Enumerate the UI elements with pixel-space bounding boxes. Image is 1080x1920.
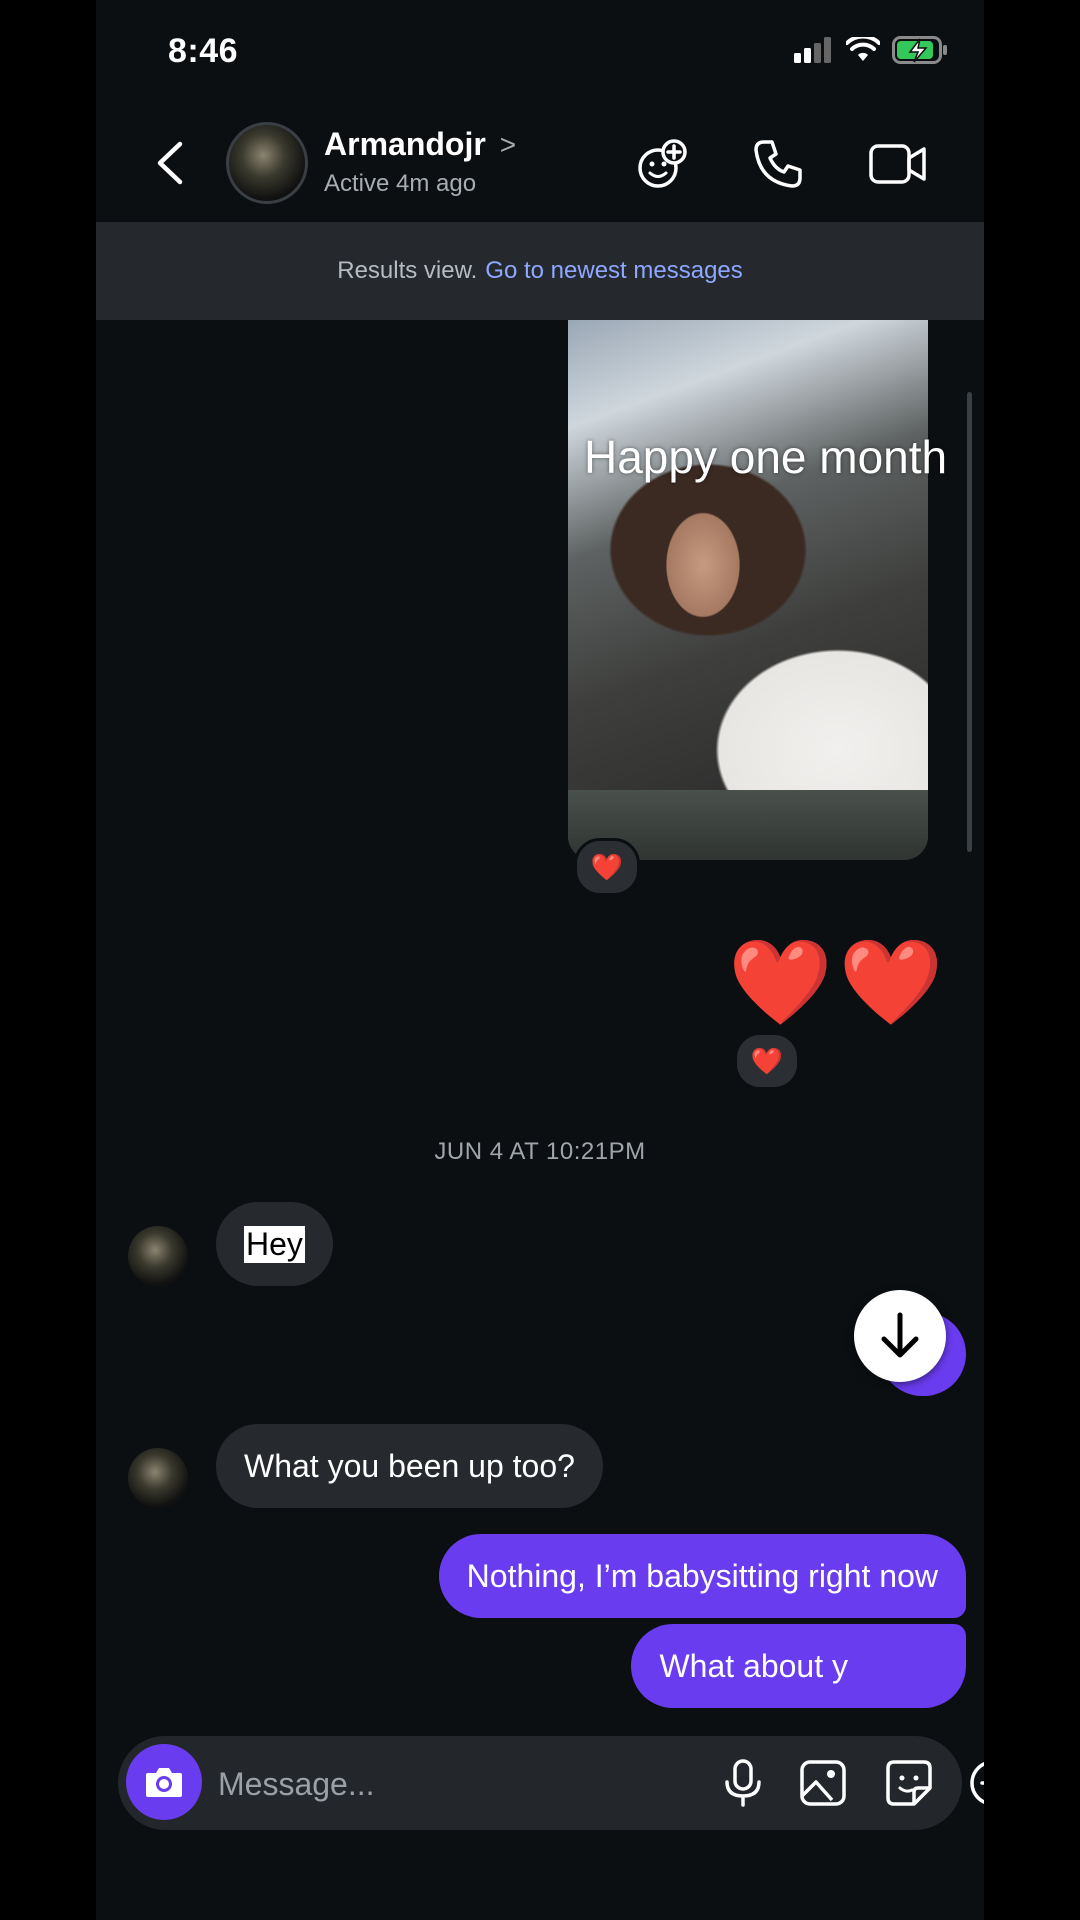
- status-time: 8:46: [168, 32, 239, 70]
- scrollbar[interactable]: [967, 392, 972, 852]
- story-photo: [568, 320, 928, 790]
- story-caption: Happy one month: [584, 431, 948, 483]
- sticker-icon[interactable]: [884, 1758, 934, 1808]
- message-bubble-outgoing[interactable]: What about y: [631, 1624, 966, 1708]
- message-bubble-outgoing[interactable]: Nothing, I’m babysitting right now: [438, 1534, 966, 1618]
- message-text: What you been up too?: [244, 1447, 575, 1484]
- status-icons: [794, 36, 948, 64]
- contact-name[interactable]: Armandojr >: [324, 126, 516, 163]
- gallery-icon[interactable]: [798, 1758, 848, 1808]
- chat-header: Armandojr > Active 4m ago: [96, 100, 984, 222]
- emoji-reaction-badge[interactable]: ❤️: [734, 1032, 800, 1090]
- results-banner: Results view. Go to newest messages: [96, 222, 984, 320]
- scroll-to-bottom-button[interactable]: [854, 1290, 946, 1382]
- camera-button[interactable]: [126, 1744, 202, 1820]
- battery-charging-icon: [892, 36, 947, 64]
- message-bubble-incoming[interactable]: Hey: [216, 1202, 333, 1286]
- contact-avatar[interactable]: [226, 122, 308, 204]
- message-bubble-incoming[interactable]: What you been up too?: [216, 1424, 603, 1508]
- story-reaction-badge[interactable]: ❤️: [574, 838, 640, 896]
- phone-screen: 8:46 Armandojr > Active 4m ago Results v…: [96, 0, 984, 1920]
- back-icon[interactable]: [150, 138, 190, 188]
- message-text: Nothing, I’m babysitting right now: [466, 1557, 938, 1594]
- message-datestamp: JUN 4 AT 10:21PM: [434, 1138, 646, 1165]
- sender-avatar[interactable]: [128, 1226, 188, 1286]
- status-bar: 8:46: [96, 0, 984, 100]
- heart-emoji-text: ❤️❤️: [728, 935, 950, 1029]
- plus-icon[interactable]: [968, 1758, 984, 1808]
- active-status: Active 4m ago: [324, 170, 477, 197]
- chevron-right-icon: >: [499, 128, 517, 160]
- sender-avatar[interactable]: [128, 1448, 188, 1508]
- go-to-newest-link[interactable]: Go to newest messages: [485, 257, 742, 285]
- message-text: What about y: [659, 1647, 848, 1684]
- contact-name-text: Armandojr: [324, 126, 486, 162]
- heart-reaction-icon: ❤️: [750, 1045, 784, 1076]
- story-reply-media[interactable]: [568, 320, 928, 860]
- arrow-down-icon: [881, 1312, 919, 1358]
- emoji-message[interactable]: ❤️❤️: [728, 940, 949, 1024]
- heart-reaction-icon: ❤️: [590, 851, 624, 882]
- microphone-icon[interactable]: [718, 1758, 768, 1808]
- message-list[interactable]: Happy one month ❤️ ❤️❤️ ❤️ JUN 4 AT 10:2…: [96, 320, 984, 1740]
- add-effect-icon[interactable]: [634, 136, 690, 192]
- phone-icon[interactable]: [750, 136, 806, 192]
- wifi-icon: [846, 37, 880, 61]
- message-text: Hey: [244, 1225, 305, 1263]
- cellular-signal-icon: [794, 37, 831, 63]
- results-view-label: Results view.: [337, 257, 478, 284]
- video-call-icon[interactable]: [868, 136, 928, 192]
- message-composer: [118, 1736, 984, 1830]
- message-input[interactable]: [216, 1756, 600, 1812]
- camera-icon: [146, 1768, 182, 1797]
